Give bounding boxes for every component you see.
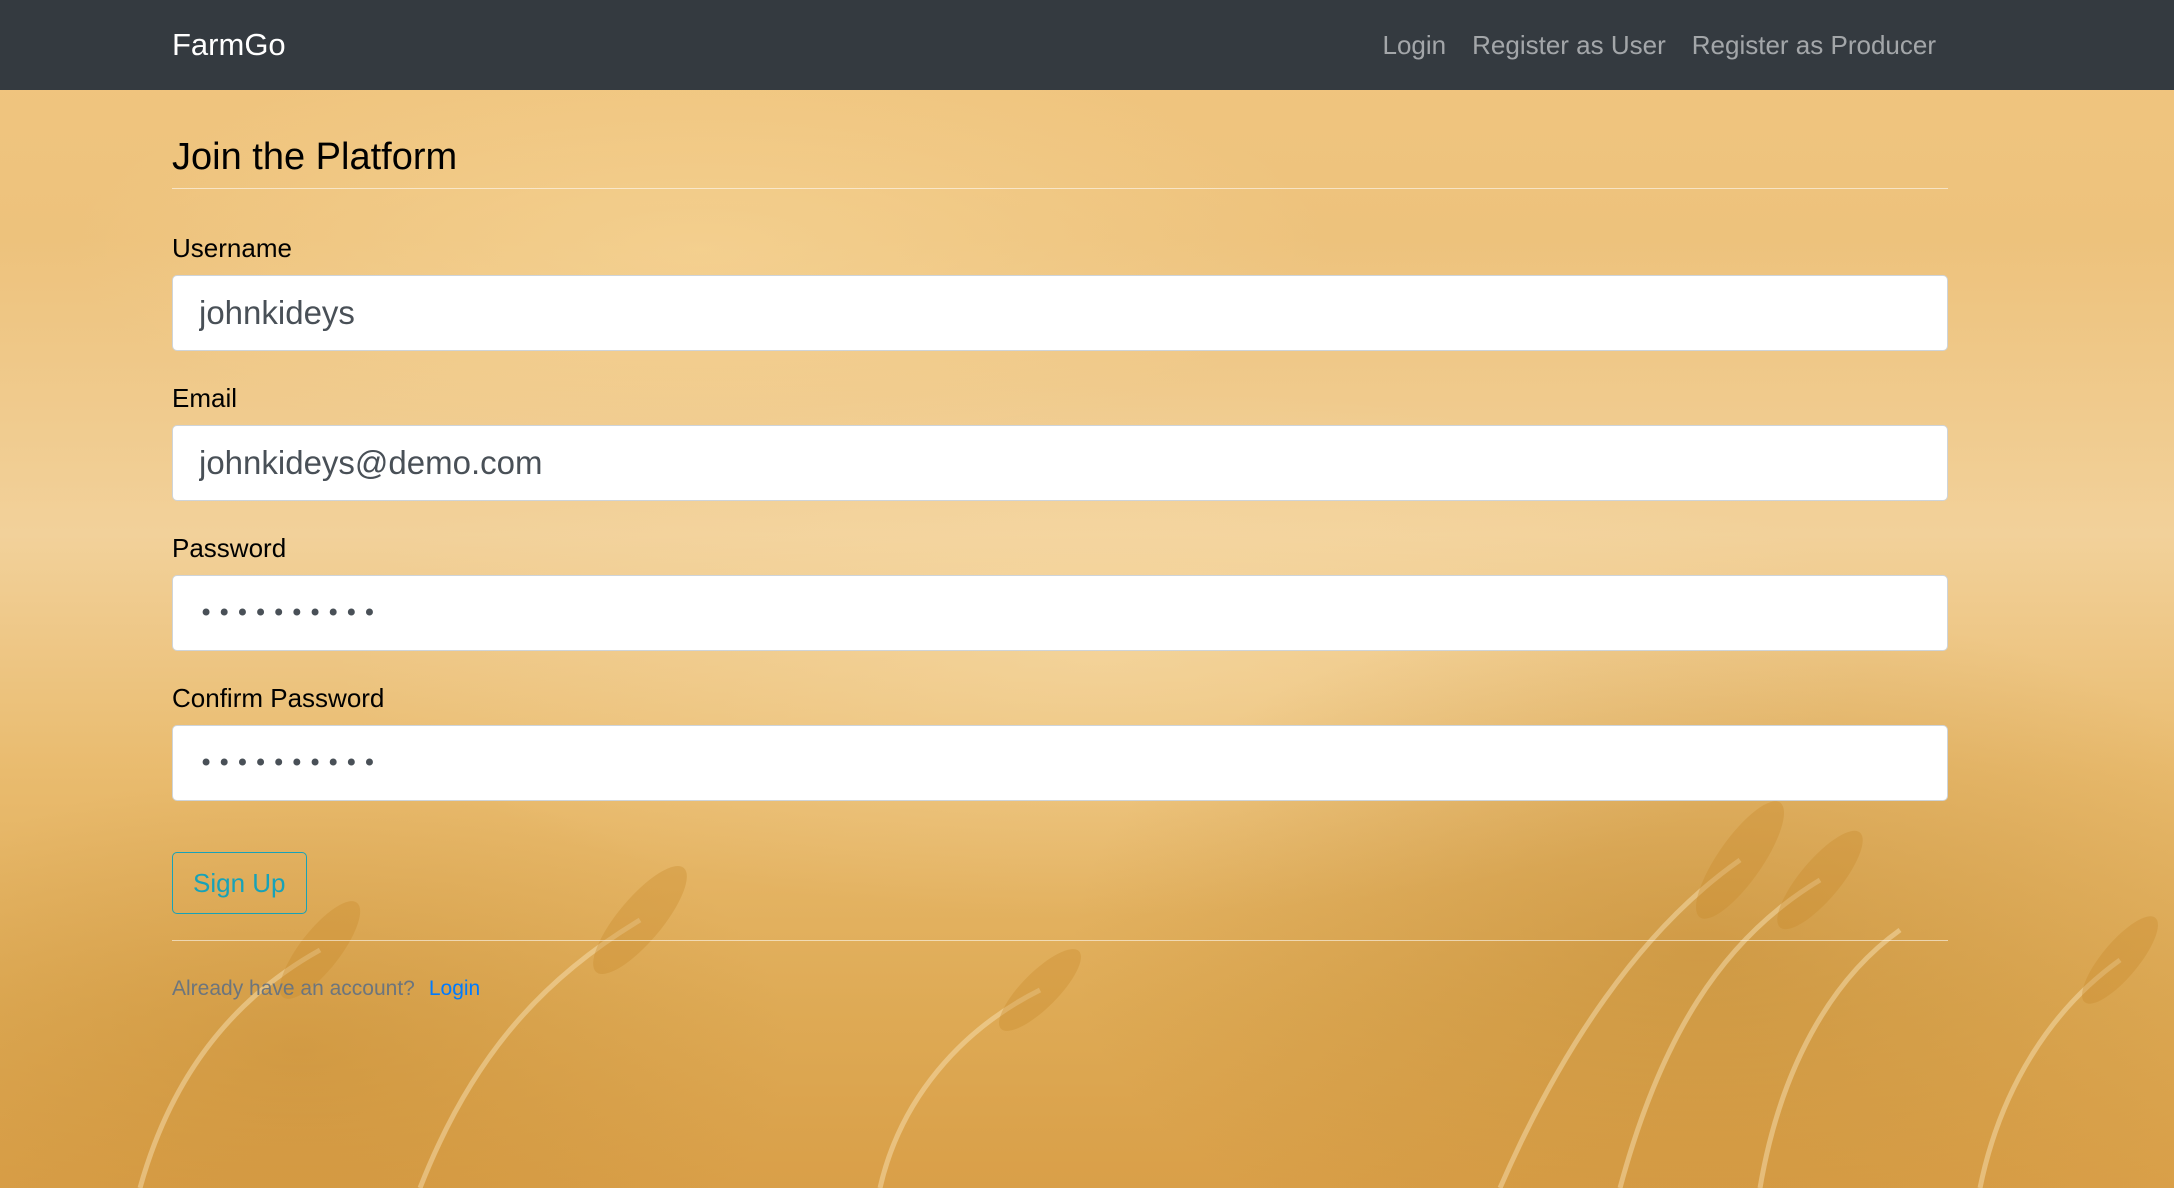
footer-divider	[172, 940, 1948, 941]
sign-up-button[interactable]: Sign Up	[172, 852, 307, 914]
email-label: Email	[172, 383, 238, 413]
login-prompt: Already have an account? Login	[172, 975, 1948, 1003]
password-input[interactable]	[172, 575, 1948, 651]
submit-row: Sign Up	[172, 852, 1948, 914]
page-title: Join the Platform	[172, 136, 458, 178]
confirm-password-label: Confirm Password	[172, 683, 385, 713]
confirm-password-input[interactable]	[172, 725, 1948, 801]
password-label: Password	[172, 533, 287, 563]
email-input[interactable]	[172, 425, 1948, 501]
nav-links: Login Register as User Register as Produ…	[1383, 26, 1936, 64]
login-link[interactable]: Login	[429, 977, 480, 1000]
username-label: Username	[172, 233, 292, 263]
login-prompt-text: Already have an account?	[172, 977, 415, 1000]
confirm-password-group: Confirm Password	[172, 681, 1948, 801]
email-group: Email	[172, 381, 1948, 501]
title-divider	[172, 188, 1948, 189]
nav-register-user-link[interactable]: Register as User	[1472, 26, 1666, 64]
signup-form: Join the Platform Username Email Passwor…	[172, 90, 1948, 1003]
username-input[interactable]	[172, 275, 1948, 351]
nav-login-link[interactable]: Login	[1383, 26, 1447, 64]
top-navbar: FarmGo Login Register as User Register a…	[0, 0, 2174, 90]
nav-register-producer-link[interactable]: Register as Producer	[1692, 26, 1936, 64]
brand-logo[interactable]: FarmGo	[172, 26, 286, 64]
password-group: Password	[172, 531, 1948, 651]
username-group: Username	[172, 231, 1948, 351]
